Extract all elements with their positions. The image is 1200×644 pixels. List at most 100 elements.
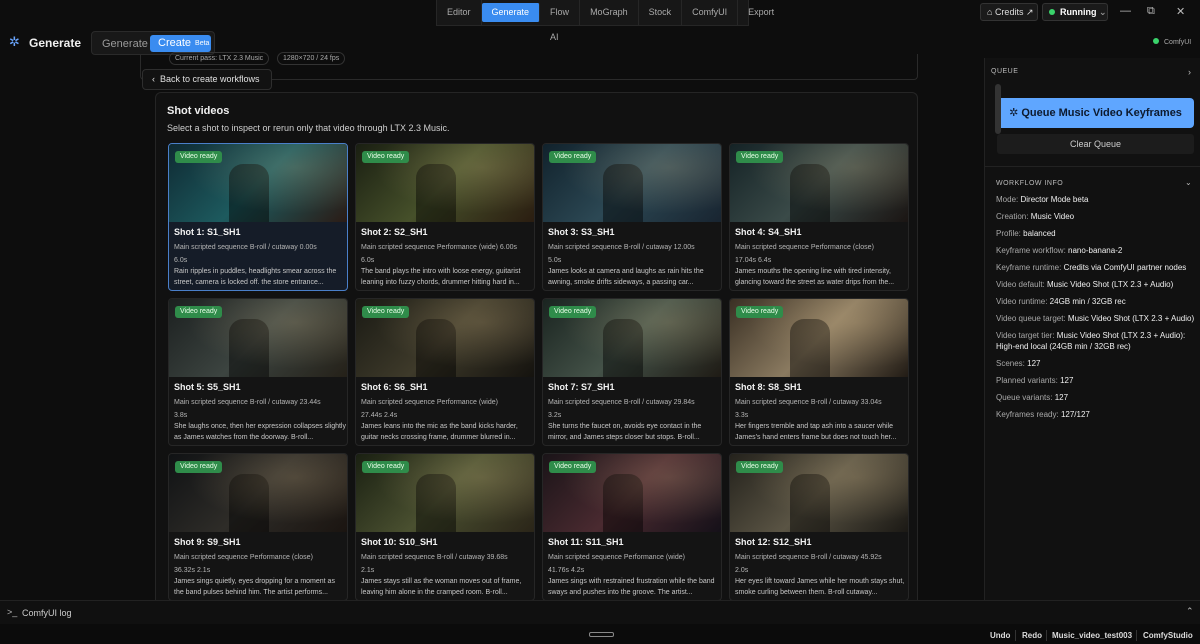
mode-generate-button[interactable]: Generate [102, 38, 148, 50]
close-icon[interactable]: ✕ [1176, 5, 1185, 18]
workflow-info-row: Video runtime: 24GB min / 32GB rec [996, 296, 1196, 307]
workflow-info-row: Scenes: 127 [996, 358, 1196, 369]
log-label: ComfyUI log [22, 608, 72, 618]
tab-mograph[interactable]: MoGraph [580, 0, 639, 25]
info-value: 127/127 [1060, 410, 1090, 419]
terminal-icon: >_ [7, 607, 18, 617]
tab-stock[interactable]: Stock [639, 0, 683, 25]
shot-title: Shot 6: S6_SH1 [361, 382, 428, 392]
workflow-info-list: Mode: Director Mode beta Creation: Music … [996, 194, 1196, 426]
shot-card[interactable]: Video ready Shot 1: S1_SH1 Main scripted s… [168, 143, 348, 291]
shot-title: Shot 9: S9_SH1 [174, 537, 241, 547]
workflow-info-header: WORKFLOW INFO [996, 180, 1064, 187]
info-value: 127 [1027, 359, 1041, 368]
tab-editor[interactable]: Editor [437, 0, 482, 25]
info-label: Keyframe runtime: [996, 263, 1062, 272]
credits-button[interactable]: ⌂ Credits ↗ [980, 3, 1038, 21]
workflow-info-row: Keyframe runtime: Credits via ComfyUI pa… [996, 262, 1196, 273]
divider [1046, 630, 1047, 641]
info-label: Scenes: [996, 359, 1025, 368]
shot-card[interactable]: Video ready Shot 12: S12_SH1 Main scripted… [729, 453, 909, 601]
chevron-up-icon[interactable]: ⌃ [1186, 606, 1194, 617]
shot-meta-line: Main scripted sequence Performance (clos… [735, 244, 874, 251]
back-to-workflows-button[interactable]: ‹ Back to create workflows [142, 69, 272, 90]
chevron-left-icon: ‹ [152, 74, 160, 84]
running-status-button[interactable]: Running ⌄ [1042, 3, 1108, 21]
comfyui-log-bar[interactable]: >_ ComfyUI log ⌃ [0, 600, 1200, 624]
shot-meta: Main scripted sequence Performance (clos… [735, 241, 907, 267]
shot-card[interactable]: Video ready Shot 8: S8_SH1 Main scripted s… [729, 298, 909, 446]
shot-title: Shot 5: S5_SH1 [174, 382, 241, 392]
shot-card[interactable]: Video ready Shot 7: S7_SH1 Main scripted s… [542, 298, 722, 446]
shot-meta-line: Main scripted sequence B-roll / cutaway … [174, 399, 321, 406]
current-pass-pill: Current pass: LTX 2.3 Music [169, 52, 270, 65]
shot-meta-line: Main scripted sequence B-roll / cutaway … [735, 399, 882, 406]
info-value: nano-banana-2 [1068, 246, 1123, 255]
tab-export[interactable]: Export [738, 0, 784, 25]
shot-meta: Main scripted sequence Performance (wide… [361, 396, 533, 422]
top-tabs: Editor Generate Flow AI MoGraph Stock ComfyUI… [436, 0, 774, 42]
tab-generate[interactable]: Generate [481, 3, 541, 22]
info-label: Video target tier: [996, 331, 1055, 340]
info-value: 127 [1054, 393, 1069, 402]
shot-title: Shot 12: S12_SH1 [735, 537, 812, 547]
shot-card[interactable]: Video ready Shot 10: S10_SH1 Main scripted… [355, 453, 535, 601]
workflow-info-row: Keyframe workflow: nano-banana-2 [996, 245, 1196, 256]
shot-meta-line: Main scripted sequence B-roll / cutaway … [361, 554, 508, 561]
resize-handle[interactable] [589, 632, 614, 637]
workflow-info-row: Creation: Music Video [996, 211, 1196, 222]
shot-meta-line: Main scripted sequence B-roll / cutaway … [735, 554, 882, 561]
tab-flow-ai[interactable]: Flow AI [540, 0, 581, 42]
shot-description: James looks at camera and laughs as rain… [548, 268, 704, 286]
workflow-info-row: Planned variants: 127 [996, 375, 1196, 386]
shot-meta-line: Main scripted sequence Performance (clos… [174, 554, 313, 561]
shot-description: Her fingers tremble and tap ash into a s… [735, 423, 897, 441]
video-ready-badge: Video ready [362, 306, 410, 318]
mode-create-button[interactable]: Create Beta [150, 35, 211, 52]
app-title: Generate [29, 36, 82, 50]
panel-subtitle: Select a shot to inspect or rerun only t… [167, 123, 450, 133]
shot-card[interactable]: Video ready Shot 11: S11_SH1 Main scripted… [542, 453, 722, 601]
shot-title: Shot 4: S4_SH1 [735, 227, 802, 237]
comfy-status: ComfyUI [1153, 38, 1191, 46]
shot-meta-line: Main scripted sequence B-roll / cutaway … [174, 244, 317, 251]
info-value: Director Mode beta [1020, 195, 1089, 204]
redo-button[interactable]: Redo [1022, 631, 1042, 640]
tab-comfyui[interactable]: ComfyUI [682, 0, 739, 25]
queue-keyframes-button[interactable]: ✲ Queue Music Video Keyframes [997, 98, 1194, 128]
shot-card[interactable]: Video ready Shot 9: S9_SH1 Main scripted s… [168, 453, 348, 601]
shot-meta: Main scripted sequence B-roll / cutaway … [174, 241, 346, 267]
maximize-icon[interactable]: ⧉ [1147, 5, 1155, 18]
shot-title: Shot 1: S1_SH1 [174, 227, 241, 237]
brand-name: ComfyStudio [1143, 631, 1193, 640]
shot-card[interactable]: Video ready Shot 2: S2_SH1 Main scripted s… [355, 143, 535, 291]
shot-card[interactable]: Video ready Shot 6: S6_SH1 Main scripted s… [355, 298, 535, 446]
info-label: Profile: [996, 229, 1021, 238]
running-dot-icon [1049, 9, 1055, 15]
shot-description: James stays still as the woman moves out… [361, 578, 522, 596]
shot-title: Shot 11: S11_SH1 [548, 537, 624, 547]
divider [985, 166, 1200, 167]
top-bar: ✲ Generate Generate Create Beta Editor Gen… [0, 0, 1200, 58]
main-content: Current pass: LTX 2.3 Music 1280×720 / 2… [140, 52, 920, 612]
shot-card[interactable]: Video ready Shot 3: S3_SH1 Main scripted s… [542, 143, 722, 291]
project-name: Music_video_test003 [1052, 631, 1133, 640]
credits-icon: ⌂ [987, 7, 995, 17]
clear-queue-button[interactable]: Clear Queue [997, 134, 1194, 154]
shot-card[interactable]: Video ready Shot 4: S4_SH1 Main scripted s… [729, 143, 909, 291]
chevron-down-icon[interactable]: ⌄ [1185, 178, 1192, 187]
workflow-info-row: Profile: balanced [996, 228, 1196, 239]
info-label: Video queue target: [996, 314, 1066, 323]
shot-card[interactable]: Video ready Shot 5: S5_SH1 Main scripted s… [168, 298, 348, 446]
chevron-right-icon[interactable]: › [1188, 67, 1191, 77]
shot-meta-line: Main scripted sequence Performance (wide… [548, 554, 685, 561]
panel-title: Shot videos [167, 105, 230, 117]
undo-button[interactable]: Undo [990, 631, 1010, 640]
video-ready-badge: Video ready [175, 151, 223, 163]
minimize-icon[interactable]: — [1120, 5, 1131, 17]
shot-description: James sings quietly, eyes dropping for a… [174, 578, 335, 596]
video-ready-badge: Video ready [736, 306, 784, 318]
workflow-info-row: Mode: Director Mode beta [996, 194, 1196, 205]
info-label: Video runtime: [996, 297, 1048, 306]
side-scrollbar[interactable] [995, 84, 1001, 134]
